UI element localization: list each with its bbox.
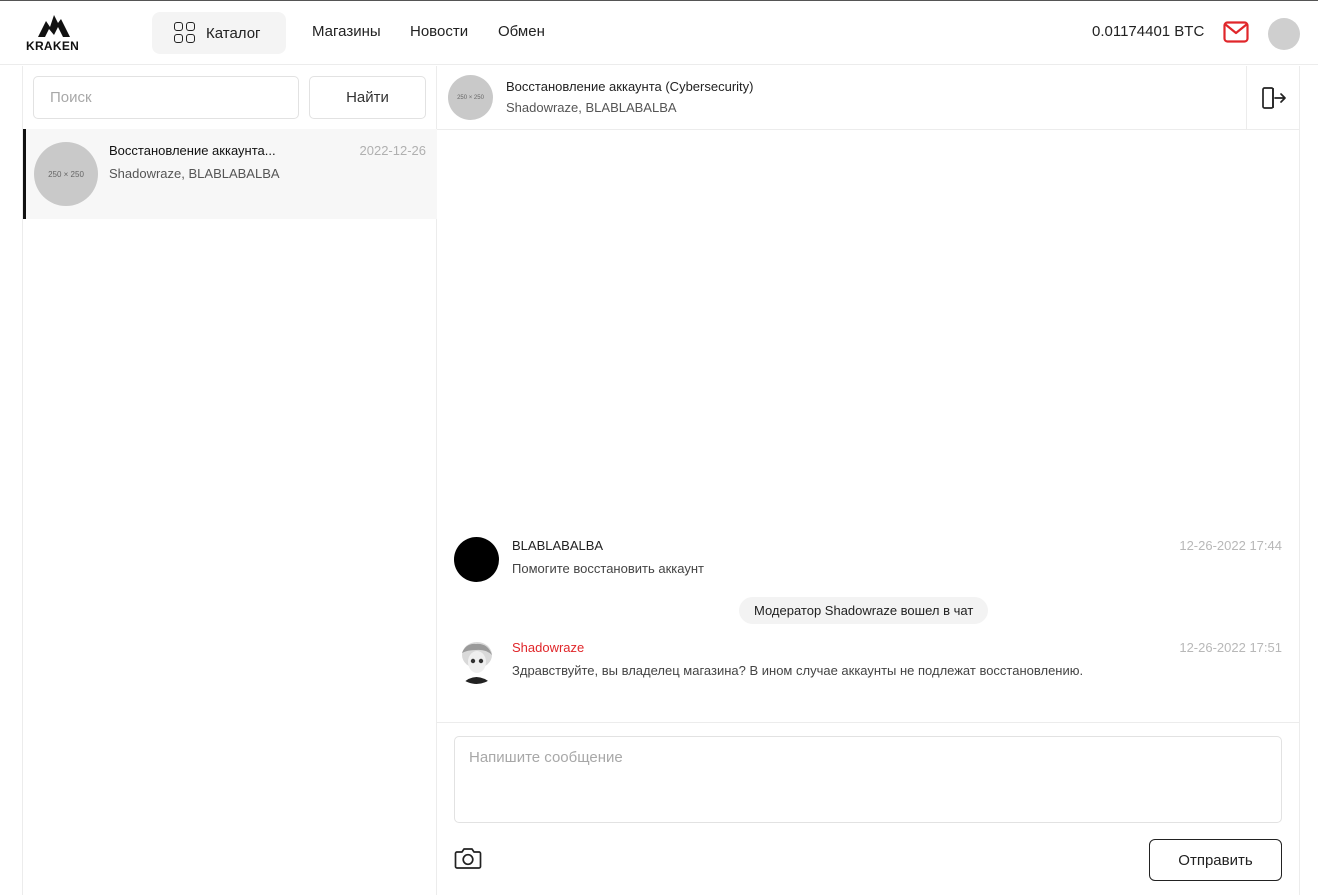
chat-list-panel: Найти 250 × 250 Восстановление аккаунта.… <box>22 66 437 895</box>
kraken-logo-icon <box>38 15 70 37</box>
search-button[interactable]: Найти <box>309 76 426 119</box>
nav-link-news[interactable]: Новости <box>410 23 468 40</box>
exit-icon <box>1261 87 1286 109</box>
leave-chat-button[interactable] <box>1246 66 1300 130</box>
chat-message: Shadowraze 12-26-2022 17:51 Здравствуйте… <box>454 639 1282 687</box>
chat-list-item[interactable]: 250 × 250 Восстановление аккаунта... 202… <box>23 129 437 219</box>
kraken-logo[interactable]: KRAKEN <box>26 13 86 55</box>
conversation-header: 250 × 250 Восстановление аккаунта (Cyber… <box>437 66 1299 130</box>
user-avatar[interactable] <box>1268 18 1300 50</box>
chat-message: BLABLABALBA 12-26-2022 17:44 Помогите во… <box>454 537 1282 585</box>
conversation-title: Восстановление аккаунта (Cybersecurity) <box>506 79 754 94</box>
mail-icon[interactable] <box>1223 21 1249 43</box>
catalog-label: Каталог <box>206 24 261 42</box>
logo-text: KRAKEN <box>26 39 80 53</box>
message-input[interactable] <box>454 736 1282 823</box>
chat-item-members: Shadowraze, BLABLABALBA <box>109 166 280 181</box>
conversation-panel: 250 × 250 Восстановление аккаунта (Cyber… <box>437 66 1300 895</box>
conversation-members: Shadowraze, BLABLABALBA <box>506 100 677 115</box>
conversation-thumbnail: 250 × 250 <box>448 75 493 120</box>
chat-item-title: Восстановление аккаунта... <box>109 143 276 158</box>
message-text: Помогите восстановить аккаунт <box>512 561 704 576</box>
system-notice: Модератор Shadowraze вошел в чат <box>739 597 989 624</box>
thumbnail-placeholder-text: 250 × 250 <box>457 94 484 101</box>
top-header: KRAKEN Каталог Магазины Новости Обмен 0.… <box>0 1 1318 65</box>
moderator-avatar <box>454 639 499 684</box>
search-input[interactable] <box>33 76 299 119</box>
message-avatar <box>454 537 499 582</box>
message-author: BLABLABALBA <box>512 538 604 553</box>
message-time: 12-26-2022 17:51 <box>1179 640 1282 655</box>
message-text: Здравствуйте, вы владелец магазина? В ин… <box>512 663 1084 678</box>
nav-link-stores[interactable]: Магазины <box>312 23 381 40</box>
catalog-grid-icon <box>174 22 196 44</box>
send-button[interactable]: Отправить <box>1149 839 1282 881</box>
composer-divider <box>437 722 1299 723</box>
camera-icon[interactable] <box>454 846 482 870</box>
message-time: 12-26-2022 17:44 <box>1179 538 1282 553</box>
nav-link-exchange[interactable]: Обмен <box>498 23 545 40</box>
chat-item-date: 2022-12-26 <box>359 143 427 158</box>
chat-thumbnail: 250 × 250 <box>34 142 98 206</box>
message-author: Shadowraze <box>512 640 585 655</box>
catalog-button[interactable]: Каталог <box>152 12 286 54</box>
thumbnail-placeholder-text: 250 × 250 <box>48 169 84 179</box>
btc-balance: 0.01174401 BTC <box>1092 23 1205 40</box>
